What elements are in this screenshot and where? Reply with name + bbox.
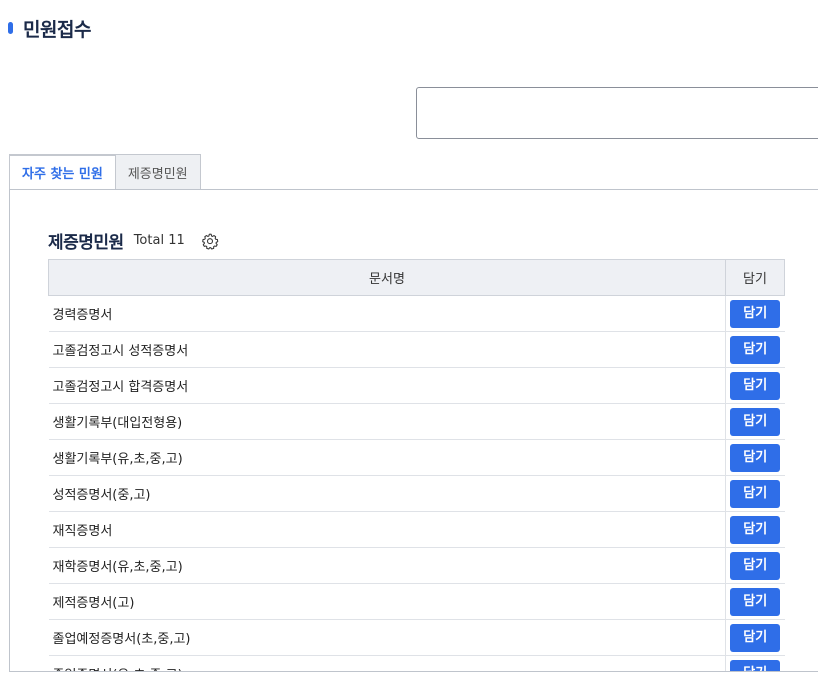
add-button[interactable]: 담기 xyxy=(730,623,781,652)
table-row: 재학증명서(유,초,중,고) 담기 xyxy=(48,547,785,584)
document-name: 재직증명서 xyxy=(48,511,726,548)
gear-icon[interactable] xyxy=(201,232,219,250)
add-button[interactable]: 담기 xyxy=(730,335,781,364)
table-row: 졸업증명서(유,초,중,고) 담기 xyxy=(48,655,785,671)
document-name: 생활기록부(대입전형용) xyxy=(48,403,726,440)
add-button[interactable]: 담기 xyxy=(730,515,781,544)
table-row: 생활기록부(대입전형용) 담기 xyxy=(48,403,785,440)
tab-frequent[interactable]: 자주 찾는 민원 xyxy=(9,154,116,190)
table-row: 제적증명서(고) 담기 xyxy=(48,583,785,620)
document-name: 경력증명서 xyxy=(48,295,726,332)
add-button[interactable]: 담기 xyxy=(730,407,781,436)
add-button[interactable]: 담기 xyxy=(730,551,781,580)
header-document-name: 문서명 xyxy=(48,259,726,296)
title-bullet xyxy=(8,22,13,34)
tab-panel: 제증명민원 Total 11 문서명 담기 경력증명서 담기 고졸검정고시 성적… xyxy=(9,189,818,672)
tab-bar: 자주 찾는 민원 제증명민원 xyxy=(9,154,201,190)
add-button[interactable]: 담기 xyxy=(730,443,781,472)
add-button[interactable]: 담기 xyxy=(730,479,781,508)
document-name: 성적증명서(중,고) xyxy=(48,475,726,512)
table-header-row: 문서명 담기 xyxy=(48,259,785,296)
table-row: 생활기록부(유,초,중,고) 담기 xyxy=(48,439,785,476)
tab-certificates[interactable]: 제증명민원 xyxy=(115,154,201,190)
page-title: 민원접수 xyxy=(8,14,91,42)
header-add: 담기 xyxy=(725,259,785,296)
table-row: 성적증명서(중,고) 담기 xyxy=(48,475,785,512)
document-name: 고졸검정고시 합격증명서 xyxy=(48,367,726,404)
document-name: 고졸검정고시 성적증명서 xyxy=(48,331,726,368)
document-name: 재학증명서(유,초,중,고) xyxy=(48,547,726,584)
search-input[interactable] xyxy=(416,87,818,139)
section-title: 제증명민원 xyxy=(48,233,124,253)
add-button[interactable]: 담기 xyxy=(730,299,781,328)
table-row: 재직증명서 담기 xyxy=(48,511,785,548)
table-row: 경력증명서 담기 xyxy=(48,295,785,332)
total-count: Total 11 xyxy=(133,233,185,248)
add-button[interactable]: 담기 xyxy=(730,587,781,616)
document-name: 생활기록부(유,초,중,고) xyxy=(48,439,726,476)
document-name: 졸업증명서(유,초,중,고) xyxy=(48,655,726,671)
add-button[interactable]: 담기 xyxy=(730,659,781,671)
table-row: 고졸검정고시 합격증명서 담기 xyxy=(48,367,785,404)
document-table: 문서명 담기 경력증명서 담기 고졸검정고시 성적증명서 담기 고졸검정고시 합… xyxy=(48,259,785,671)
page-title-text: 민원접수 xyxy=(23,18,91,41)
document-name: 졸업예정증명서(초,중,고) xyxy=(48,619,726,656)
add-button[interactable]: 담기 xyxy=(730,371,781,400)
table-row: 고졸검정고시 성적증명서 담기 xyxy=(48,331,785,368)
section-header: 제증명민원 Total 11 xyxy=(48,228,219,253)
document-name: 제적증명서(고) xyxy=(48,583,726,620)
table-row: 졸업예정증명서(초,중,고) 담기 xyxy=(48,619,785,656)
